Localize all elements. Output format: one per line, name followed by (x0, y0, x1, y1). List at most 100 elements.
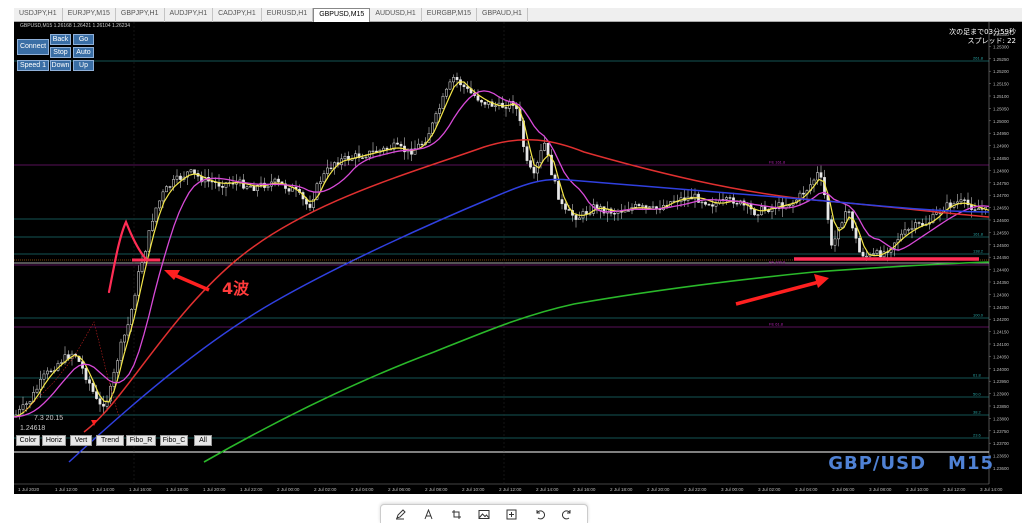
tab-gbpusd-m15[interactable]: GBPUSD,M15 (313, 8, 371, 22)
tab-audusd-h1[interactable]: AUDUSD,H1 (370, 8, 422, 22)
candle-body (532, 166, 536, 174)
auto-button[interactable]: Auto (73, 47, 94, 58)
vert-button[interactable]: Vert (70, 435, 92, 446)
candle-body (249, 186, 252, 188)
back-button[interactable]: Back (50, 34, 71, 45)
candle-body (88, 379, 91, 384)
candle-body (935, 212, 938, 215)
crop-icon[interactable] (448, 507, 464, 521)
price-chart[interactable]: 1.25350 1.25300 1.25250 1.25200 1.25150 1.251… (14, 22, 1022, 494)
candle-body (819, 172, 823, 178)
candle-body (830, 219, 833, 246)
candle-body (119, 341, 123, 361)
candle-body (28, 401, 32, 405)
candle-body (613, 213, 616, 215)
candle-body (539, 150, 543, 163)
price-axis-label: 1.24150 (993, 330, 1009, 335)
price-axis-label: 1.24450 (993, 255, 1009, 260)
candle-body (326, 167, 329, 174)
tab-usdjpy-h1[interactable]: USDJPY,H1 (14, 8, 63, 22)
price-axis-label: 1.23700 (993, 441, 1009, 446)
text-icon[interactable] (421, 507, 437, 521)
tab-gbpjpy-h1[interactable]: GBPJPY,H1 (116, 8, 165, 22)
trend-button[interactable]: Trend (96, 435, 124, 446)
candle-body (382, 147, 385, 151)
price-axis-label: 1.24100 (993, 342, 1009, 347)
candle-body (130, 309, 133, 325)
redo-icon[interactable] (559, 507, 575, 521)
time-axis-label: 3 Jul 14:00 (980, 487, 1003, 492)
candle-body (452, 77, 455, 83)
image-icon[interactable] (476, 507, 492, 521)
candle-body (847, 211, 851, 213)
candle-body (364, 156, 368, 159)
go-button[interactable]: Go (73, 34, 94, 45)
candle-body (816, 172, 819, 181)
tab-cadjpy-h1[interactable]: CADJPY,H1 (213, 8, 262, 22)
price-axis-label: 1.23950 (993, 379, 1009, 384)
candle-body (973, 209, 977, 211)
candle-body (420, 143, 424, 146)
fibo-level-label: 138.2 (973, 249, 984, 254)
candle-body (319, 181, 322, 184)
candle-body (854, 227, 858, 239)
tab-eurgbp-m15[interactable]: EURGBP,M15 (422, 8, 477, 22)
candle-body (648, 206, 651, 208)
stop-button[interactable]: Stop (50, 47, 71, 58)
wave-4-annotation: 4波 (222, 279, 250, 298)
time-axis-label: 2 Jul 08:00 (425, 487, 448, 492)
candle-body (728, 197, 732, 199)
ma-green-line (203, 261, 990, 463)
price-axis-label: 1.24250 (993, 305, 1009, 310)
chart-watermark-title: GBP/USD M15 (828, 453, 994, 474)
fibo-c-button[interactable]: Fibo_C (160, 435, 188, 446)
candle-body (578, 217, 581, 220)
color-button[interactable]: Color (16, 435, 40, 446)
candle-body (637, 204, 641, 206)
price-axis-label: 1.24400 (993, 268, 1009, 273)
candle-body (525, 146, 529, 161)
candle-body (273, 178, 277, 183)
undo-icon[interactable] (531, 507, 547, 521)
up-button[interactable]: Up (73, 60, 94, 71)
annotation-toolbar (380, 504, 588, 523)
bar-timer-info: 次の足まで03分59秒 スプレッド: 22 (906, 28, 1016, 46)
ma-fast-line (14, 81, 990, 418)
ma-blue-line (68, 178, 990, 463)
price-axis-label: 1.23650 (993, 454, 1009, 459)
price-axis-label: 1.25000 (993, 119, 1009, 124)
price-axis-label: 1.25100 (993, 94, 1009, 99)
candle-body (529, 160, 532, 168)
fibo-r-button[interactable]: Fibo_R (126, 435, 156, 446)
candle-body (95, 391, 98, 399)
candle-body (917, 222, 921, 224)
candle-body (126, 324, 130, 336)
spread-readout: スプレッド: 22 (967, 37, 1017, 45)
tab-eurjpy-m15[interactable]: EURJPY,M15 (63, 8, 116, 22)
candle-body (158, 200, 161, 209)
candle-body (49, 370, 53, 373)
speed-button[interactable]: Speed 1 (17, 60, 49, 71)
candle-body (480, 99, 483, 103)
all-button[interactable]: All (194, 435, 212, 446)
pen-icon[interactable] (393, 507, 409, 521)
candle-body (84, 368, 88, 380)
candle-body (322, 173, 326, 183)
price-axis-label: 1.23800 (993, 416, 1009, 421)
down-button[interactable]: Down (50, 60, 71, 71)
horiz-button[interactable]: Horiz (42, 435, 66, 446)
candle-body (91, 382, 95, 392)
candle-body (903, 229, 907, 235)
candle-body (543, 142, 546, 151)
time-axis-label: 3 Jul 02:00 (758, 487, 781, 492)
time-axis-label: 1 Jul 2020 (18, 487, 40, 492)
tab-gbpaud-h1[interactable]: GBPAUD,H1 (477, 8, 528, 22)
tab-eurusd-h1[interactable]: EURUSD,H1 (262, 8, 314, 22)
tab-audjpy-h1[interactable]: AUDJPY,H1 (165, 8, 214, 22)
candle-body (165, 186, 168, 193)
add-icon[interactable] (504, 507, 520, 521)
fibo-level-label: 23.6 (973, 433, 982, 438)
candle-body (756, 214, 760, 216)
connect-button[interactable]: Connect (17, 39, 49, 55)
fibo-level-label: FE 61.8 (769, 322, 784, 327)
